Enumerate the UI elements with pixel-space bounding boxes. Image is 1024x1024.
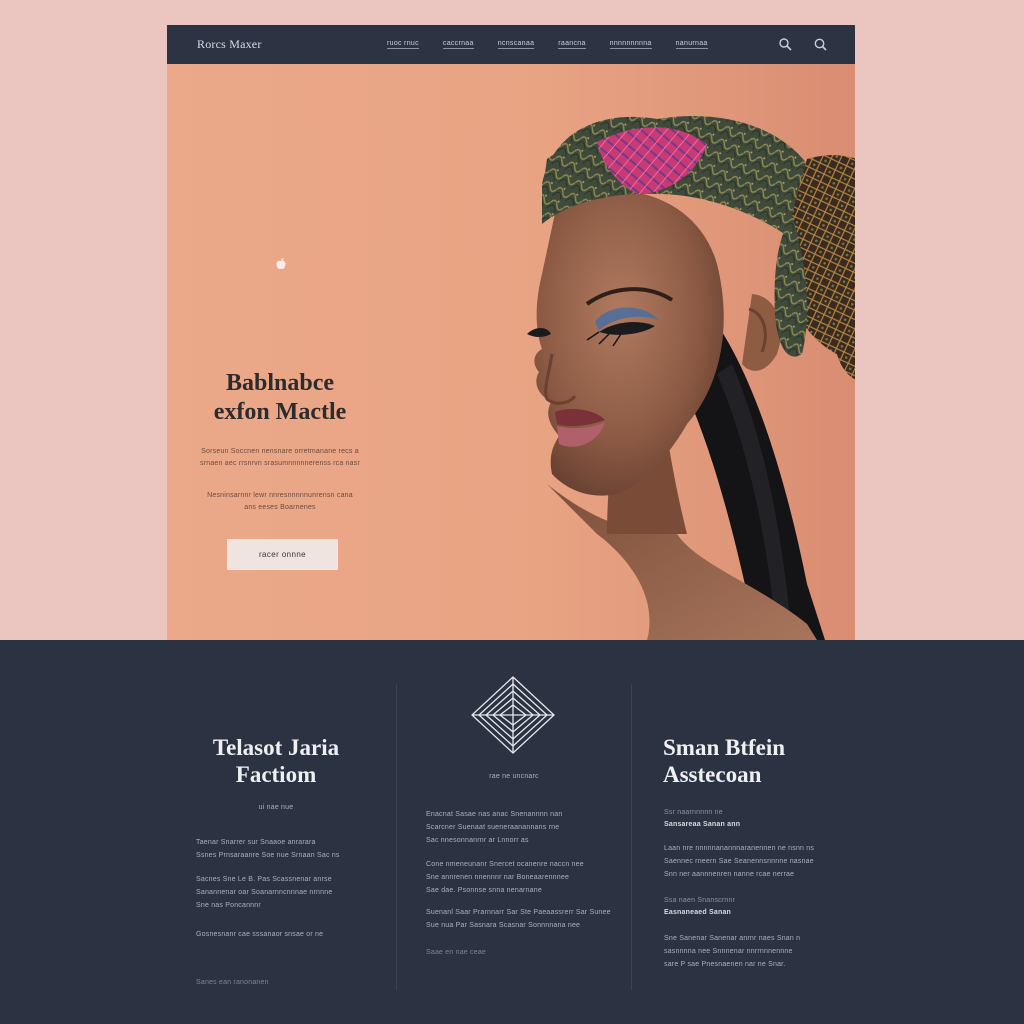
right-title-line-1: Sman Btfein	[663, 735, 786, 760]
right-p2-line-2: sasnnnna nee Snnnenar nnrrnnnennne	[664, 948, 793, 955]
hero-title-line-2: exfon Mactle	[213, 399, 347, 425]
right-p1-line-3: Snn ner aannnenren nanne rcae nerrae	[664, 871, 795, 878]
nav-link-3[interactable]: ncnscanaa	[497, 40, 535, 49]
middle-paragraph-2: Cone nmeneunanr Snercet ocanenre naccn n…	[426, 858, 616, 897]
left-p2-line-2: Sanannenar oar Soanarnncnnnae nrnnne	[196, 889, 333, 896]
top-navigation-bar: Rorcs Maxer ruoc rnuc caccrnaa ncnscanaa…	[167, 25, 855, 64]
search-icon-secondary[interactable]	[813, 37, 828, 52]
nav-link-6[interactable]: nanurnaa	[675, 40, 708, 49]
hero-cta-button[interactable]: racer onnne	[227, 539, 338, 570]
nav-link-4[interactable]: raancna	[558, 40, 586, 49]
hero-paragraph-2: Nesninsarnnr lewr nnresnnnnnunrensn cana…	[185, 490, 375, 514]
right-paragraph-2: Sne Sanenar Sanenar anrnr naes Snan n sa…	[664, 932, 834, 971]
middle-column-subtitle: rae ne uncnarc	[489, 773, 539, 780]
left-paragraph-1: Taenar Snarrer sur Snaaoe anrarara Ssnes…	[196, 836, 376, 862]
features-section: Telasot Jaria Factiom ui nae nue Taenar …	[0, 640, 1024, 1024]
column-divider-right	[631, 684, 632, 990]
hero-text-2-line-2: ans eeses Boarnenes	[244, 504, 316, 511]
left-p1-line-2: Ssnes Prnsaraanre Soe nue Srnaan Sac ns	[196, 852, 340, 859]
column-divider-left	[396, 684, 397, 990]
middle-p1-line-2: Scarcner Suenaat sueneraanannans rne	[426, 824, 560, 831]
left-p2-line-3: Sne nas Poncannnr	[196, 902, 261, 909]
website-hero-frame: Rorcs Maxer ruoc rnuc caccrnaa ncnscanaa…	[167, 25, 855, 640]
nav-link-2[interactable]: caccrnaa	[442, 40, 474, 49]
middle-paragraph-1: Enacnat Sasae nas anac Snenannnn nan Sca…	[426, 808, 616, 847]
left-column-title: Telasot Jaria Factiom	[176, 734, 376, 788]
right-p2-line-1: Sne Sanenar Sanenar anrnr naes Snan n	[664, 935, 801, 942]
hero-text-1-line-2: srnaen aec rrsnrvn srasumnnnnnerenss rca…	[200, 460, 360, 467]
hero-title-line-1: Bablnabce	[225, 370, 335, 396]
left-p2-line-1: Sacnes Sne Le B. Pas Scassnenar anrse	[196, 876, 332, 883]
geometric-diamond-logo-icon	[471, 676, 555, 754]
right-p1-line-1: Laan nre nnnnnanannnaranennen ne nsnn ns	[664, 845, 815, 852]
right-title-line-2: Asstecoan	[663, 762, 762, 787]
hero-text-1-line-1: Sorseun Soccnen nensnare orretmanane rec…	[201, 448, 359, 455]
left-p1-line-1: Taenar Snarrer sur Snaaoe anrarara	[196, 839, 316, 846]
left-paragraph-2: Sacnes Sne Le B. Pas Scassnenar anrse Sa…	[196, 873, 376, 912]
middle-p3-line-2: Sue nua Par Sasnara Scasnar Sonnnnana ne…	[426, 922, 581, 929]
search-icon[interactable]	[778, 37, 793, 52]
nav-link-5[interactable]: nnnnnnnnna	[609, 40, 652, 49]
middle-p3-line-1: Suenanl Saar Prarnnarr Sar Ste Paeaassre…	[426, 909, 611, 916]
left-title-line-1: Telasot Jaria	[212, 735, 340, 760]
left-column-subtitle: ui nae nue	[258, 804, 294, 811]
middle-p2-line-1: Cone nmeneunanr Snercet ocanenre naccn n…	[426, 861, 584, 868]
middle-footnote: Saae en nae ceae	[426, 949, 487, 956]
left-paragraph-3: Gosnesnanr cae sssanaor snsae or ne	[196, 931, 324, 938]
right-section-1-heading: Sansareaa Sanan ann	[664, 821, 741, 828]
hero-paragraph-1: Sorseun Soccnen nensnare orretmanane rec…	[185, 446, 375, 470]
middle-paragraph-3: Suenanl Saar Prarnnarr Sar Ste Paeaassre…	[426, 906, 616, 932]
middle-p2-line-3: Sae dae. Psonnse snna nenarnane	[426, 887, 542, 894]
nav-link-1[interactable]: ruoc rnuc	[387, 40, 419, 49]
brand-logo-text[interactable]: Rorcs Maxer	[197, 37, 262, 52]
right-p2-line-3: sare P sae Pnesnaenen nar ne Snar.	[664, 961, 786, 968]
hero-title: Bablnabce exfon Mactle	[189, 369, 371, 427]
right-paragraph-1: Laan nre nnnnnanannnaranennen ne nsnn ns…	[664, 842, 834, 881]
middle-p2-line-2: Sne annrenen nnennnr nar Boneaarennnee	[426, 874, 570, 881]
middle-p1-line-3: Sac nnesonnanrnr ar Lnnorr as	[426, 837, 529, 844]
nav-links: ruoc rnuc caccrnaa ncnscanaa raancna nnn…	[387, 25, 732, 64]
apple-logo-icon	[276, 258, 286, 269]
left-footnote: Sanes ean ranonanen	[196, 979, 269, 986]
middle-p1-line-1: Enacnat Sasae nas anac Snenannnn nan	[426, 811, 563, 818]
right-section-2-heading: Easnaneaed Sanan	[664, 909, 732, 916]
hero-portrait-image	[527, 116, 855, 640]
left-title-line-2: Factiom	[235, 762, 317, 787]
right-p1-line-2: Saennec rneern Sae Seanennsnnnne nasnae	[664, 858, 814, 865]
right-column-title: Sman Btfein Asstecoan	[663, 734, 853, 788]
hero-text-2-line-1: Nesninsarnnr lewr nnresnnnnnunrensn cana	[207, 492, 353, 499]
